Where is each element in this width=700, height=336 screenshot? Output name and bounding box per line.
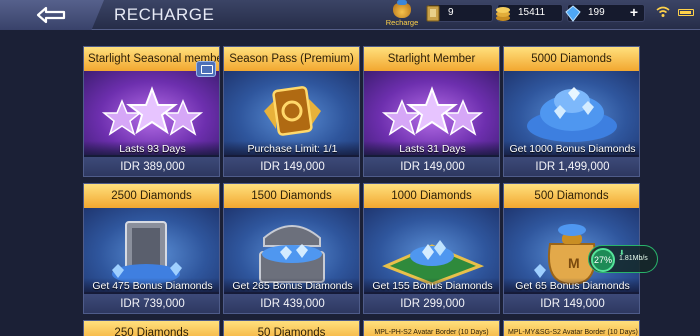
- item-title: 500 Diamonds: [504, 184, 639, 208]
- back-button[interactable]: [0, 0, 104, 30]
- ticket-icon: [426, 5, 440, 22]
- battle-point-count: 15411: [518, 7, 546, 18]
- recharge-bag-icon: [393, 0, 411, 18]
- item-caption: Lasts 93 Days: [84, 141, 219, 157]
- item-caption: Purchase Limit: 1/1: [224, 141, 359, 157]
- wifi-icon: [656, 6, 670, 17]
- back-arrow-icon: [36, 6, 66, 24]
- item-card-season-pass[interactable]: Season Pass (Premium) Purchase Limit: 1/…: [223, 46, 360, 177]
- item-card-250-diamonds[interactable]: 250 Diamonds: [83, 320, 220, 336]
- download-rate: 1.81Mb/s: [619, 255, 648, 262]
- battle-point-balance[interactable]: 15411: [496, 4, 563, 22]
- item-title: MPL-PH-S2 Avatar Border (10 Days): [364, 321, 499, 336]
- item-title: 250 Diamonds: [84, 321, 219, 336]
- download-percent: 27%: [591, 248, 615, 272]
- item-card-50-diamonds[interactable]: 50 Diamonds: [223, 320, 360, 336]
- price-button[interactable]: IDR 1,499,000: [504, 157, 639, 176]
- price-button[interactable]: IDR 739,000: [84, 294, 219, 313]
- item-card-mpl-ph-border[interactable]: MPL-PH-S2 Avatar Border (10 Days): [363, 320, 500, 336]
- item-card-mpl-my-sg-border[interactable]: MPL-MY&SG-S2 Avatar Border (10 Days): [503, 320, 640, 336]
- price-button[interactable]: IDR 299,000: [364, 294, 499, 313]
- recharge-tab[interactable]: Recharge: [381, 0, 423, 30]
- item-title: 5000 Diamonds: [504, 47, 639, 71]
- item-caption: Get 265 Bonus Diamonds: [224, 278, 359, 294]
- price-button[interactable]: IDR 389,000: [84, 157, 219, 176]
- ticket-count: 9: [448, 7, 454, 18]
- price-button[interactable]: IDR 149,000: [364, 157, 499, 176]
- item-caption: Lasts 31 Days: [364, 141, 499, 157]
- item-card-1000-diamonds[interactable]: 1000 Diamonds Get 155 Bonus Diamonds IDR…: [363, 183, 500, 314]
- recharge-grid: Starlight Seasonal member Lasts 93 Days …: [83, 46, 643, 336]
- item-caption: Get 475 Bonus Diamonds: [84, 278, 219, 294]
- battery-icon: [678, 9, 694, 16]
- diamond-balance[interactable]: 199 +: [565, 4, 645, 22]
- download-speed-widget[interactable]: 27% ⬇ 1.81Mb/s: [588, 245, 658, 273]
- item-title: 1500 Diamonds: [224, 184, 359, 208]
- top-bar: RECHARGE Recharge 9 15411 199 +: [0, 0, 700, 30]
- item-caption: Get 65 Bonus Diamonds: [504, 278, 639, 294]
- item-card-starlight-member[interactable]: Starlight Member Lasts 31 Days IDR 149,0…: [363, 46, 500, 177]
- tv-icon[interactable]: [196, 61, 216, 77]
- item-caption: Get 1000 Bonus Diamonds: [504, 141, 639, 157]
- diamond-count: 199: [588, 7, 605, 18]
- item-card-2500-diamonds[interactable]: 2500 Diamonds Get 475 Bonus Diamonds IDR…: [83, 183, 220, 314]
- item-title: 2500 Diamonds: [84, 184, 219, 208]
- item-title: 1000 Diamonds: [364, 184, 499, 208]
- recharge-tab-label: Recharge: [385, 18, 419, 27]
- coin-stack-icon: [496, 7, 510, 21]
- item-card-5000-diamonds[interactable]: 5000 Diamonds Get 1000 Bonus Diamonds ID…: [503, 46, 640, 177]
- item-card-starlight-seasonal[interactable]: Starlight Seasonal member Lasts 93 Days …: [83, 46, 220, 177]
- price-button[interactable]: IDR 149,000: [504, 294, 639, 313]
- price-button[interactable]: IDR 149,000: [224, 157, 359, 176]
- item-caption: Get 155 Bonus Diamonds: [364, 278, 499, 294]
- add-diamonds-button[interactable]: +: [627, 5, 641, 20]
- item-title: MPL-MY&SG-S2 Avatar Border (10 Days): [504, 321, 639, 336]
- diamond-icon: [565, 5, 581, 22]
- page-title: RECHARGE: [114, 5, 215, 24]
- price-button[interactable]: IDR 439,000: [224, 294, 359, 313]
- item-title: Starlight Member: [364, 47, 499, 71]
- item-card-1500-diamonds[interactable]: 1500 Diamonds Get 265 Bonus Diamonds IDR…: [223, 183, 360, 314]
- item-title: 50 Diamonds: [224, 321, 359, 336]
- ticket-balance[interactable]: 9: [426, 4, 493, 22]
- svg-text:M: M: [568, 255, 580, 271]
- item-title: Season Pass (Premium): [224, 47, 359, 71]
